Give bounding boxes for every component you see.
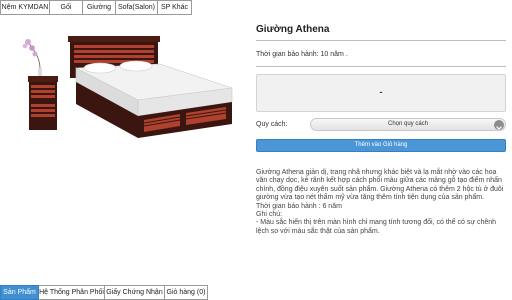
tab-sp-khac[interactable]: SP Khác bbox=[158, 0, 192, 15]
tab-goi[interactable]: Gối bbox=[50, 0, 83, 15]
option-label: Quy cách: bbox=[256, 121, 288, 128]
warranty-detail: Thời gian bảo hành : 6 năm bbox=[256, 202, 342, 210]
divider bbox=[256, 66, 506, 67]
nightstand-illustration bbox=[28, 76, 58, 130]
add-to-cart-button[interactable]: Thêm vào Giỏ hàng bbox=[256, 139, 506, 152]
chevron-down-icon bbox=[494, 120, 504, 131]
tab-giuong[interactable]: Giường bbox=[83, 0, 116, 15]
price-value: - bbox=[379, 87, 383, 97]
tab-san-pham[interactable]: Sản Phẩm bbox=[0, 285, 39, 300]
tab-sofa[interactable]: Sofa(Salon) bbox=[116, 0, 158, 15]
option-select-value: Chọn quy cách bbox=[387, 121, 429, 127]
tab-gio-hang[interactable]: Giỏ hàng (0) bbox=[165, 285, 208, 300]
option-select[interactable]: Chọn quy cách bbox=[310, 118, 506, 131]
product-image bbox=[22, 36, 233, 138]
category-tabs: Nệm KYMDAN Gối Giường Sofa(Salon) SP Khá… bbox=[0, 0, 192, 15]
product-title: Giường Athena bbox=[256, 24, 330, 35]
description-text: Giường Athena giản dị, trang nhã nhưng k… bbox=[256, 169, 504, 202]
price-box: - bbox=[256, 74, 506, 112]
tab-nem-kymdan[interactable]: Nệm KYMDAN bbox=[0, 0, 50, 15]
divider bbox=[256, 40, 506, 41]
orchid-decoration bbox=[22, 39, 42, 76]
bottom-nav: Sản Phẩm Hệ Thống Phân Phối Giấy Chứng N… bbox=[0, 285, 208, 300]
warranty-text: Thời gian bảo hành: 10 năm . bbox=[256, 51, 348, 58]
tab-giay-chung-nhan[interactable]: Giấy Chứng Nhận bbox=[105, 285, 165, 300]
note-text: - Màu sắc hiển thị trên màn hình chỉ man… bbox=[256, 219, 497, 235]
tab-he-thong-phan-phoi[interactable]: Hệ Thống Phân Phối bbox=[39, 285, 105, 300]
product-description: Giường Athena giản dị, trang nhã nhưng k… bbox=[256, 169, 506, 236]
